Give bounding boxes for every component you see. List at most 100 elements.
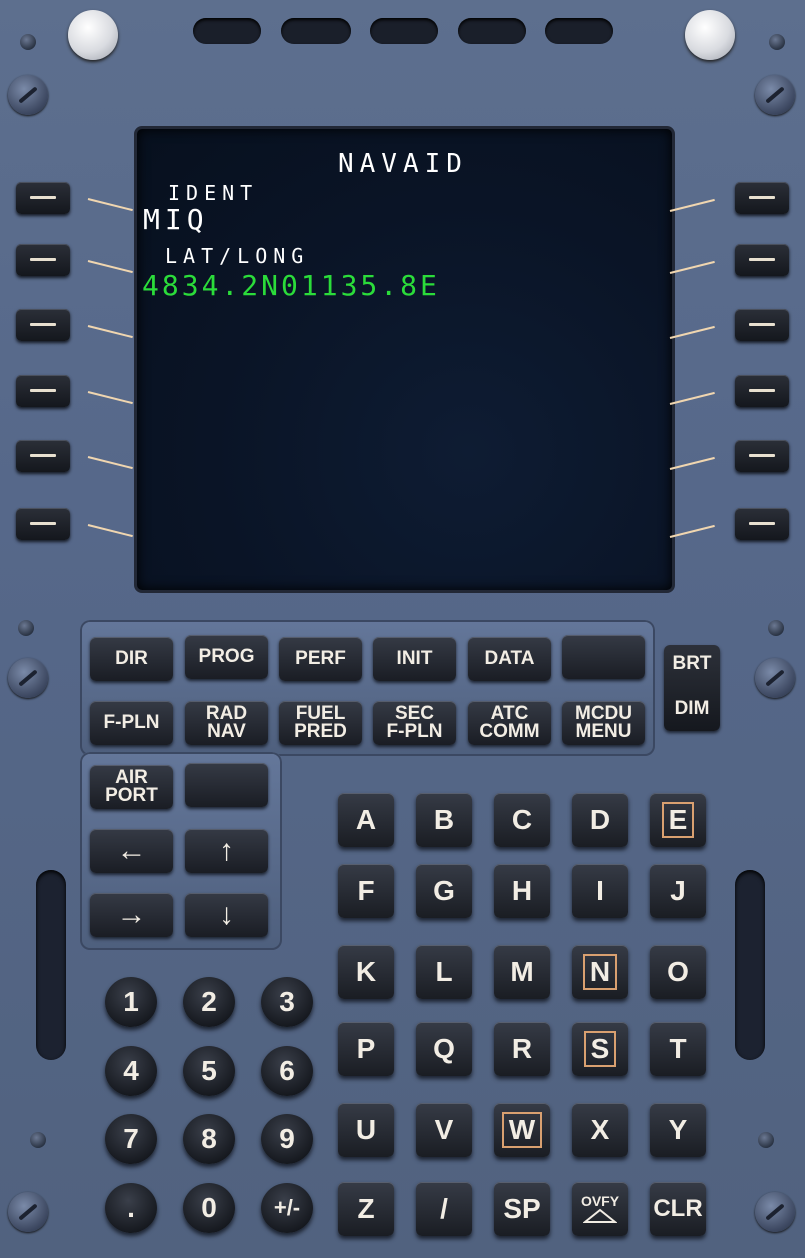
key-l[interactable]: L xyxy=(416,945,472,999)
annunciator-slot-1 xyxy=(193,18,261,44)
key-2[interactable]: 2 xyxy=(183,977,235,1027)
key-n[interactable]: N xyxy=(572,945,628,999)
key-u[interactable]: U xyxy=(338,1103,394,1157)
lsk-pointer xyxy=(87,325,133,339)
ovfy-label: OVFY xyxy=(580,1193,620,1209)
rivet xyxy=(20,34,36,50)
fpln-key[interactable]: F-PLN xyxy=(90,701,173,745)
radnav-key[interactable]: RAD NAV xyxy=(185,701,268,745)
key-space[interactable]: SP xyxy=(494,1182,550,1236)
lsk-pointer xyxy=(669,260,715,274)
key-d[interactable]: D xyxy=(572,793,628,847)
data-key[interactable]: DATA xyxy=(468,637,551,681)
annunciator-slot-4 xyxy=(458,18,526,44)
prog-key[interactable]: PROG xyxy=(185,635,268,679)
left-arrow-key[interactable]: ← xyxy=(90,829,173,873)
annunciator-slot-3 xyxy=(370,18,438,44)
key-8[interactable]: 8 xyxy=(183,1114,235,1164)
mcdumenu-key[interactable]: MCDU MENU xyxy=(562,701,645,745)
key-0[interactable]: 0 xyxy=(183,1183,235,1233)
key-h[interactable]: H xyxy=(494,864,550,918)
latlong-value: 4834.2N01135.8E xyxy=(142,269,440,302)
brightness-control[interactable]: BRT DIM xyxy=(664,645,720,731)
annunciator-slot-5 xyxy=(545,18,613,44)
ovfy-key[interactable]: OVFY xyxy=(572,1182,628,1236)
key-o[interactable]: O xyxy=(650,945,706,999)
atccomm-key[interactable]: ATC COMM xyxy=(468,701,551,745)
key-s[interactable]: S xyxy=(572,1022,628,1076)
latlong-label: LAT/LONG xyxy=(165,244,310,268)
lsk-2r[interactable] xyxy=(735,244,789,276)
dim-button[interactable]: DIM xyxy=(664,698,720,720)
key-q[interactable]: Q xyxy=(416,1022,472,1076)
key-t[interactable]: T xyxy=(650,1022,706,1076)
lsk-2l[interactable] xyxy=(16,244,70,276)
key-slash[interactable]: / xyxy=(416,1182,472,1236)
airport-key[interactable]: AIR PORT xyxy=(90,765,173,809)
key-k[interactable]: K xyxy=(338,945,394,999)
key-5[interactable]: 5 xyxy=(183,1046,235,1096)
up-arrow-icon: ↑ xyxy=(219,834,234,867)
lsk-5r[interactable] xyxy=(735,440,789,472)
lsk-pointer xyxy=(87,524,133,538)
lsk-pointer xyxy=(87,456,133,470)
lsk-pointer xyxy=(669,391,715,405)
key-r[interactable]: R xyxy=(494,1022,550,1076)
key-e[interactable]: E xyxy=(650,793,706,847)
key-j[interactable]: J xyxy=(650,864,706,918)
key-3[interactable]: 3 xyxy=(261,977,313,1027)
lsk-5l[interactable] xyxy=(16,440,70,472)
ident-label: IDENT xyxy=(168,181,259,205)
screw xyxy=(8,1192,48,1232)
lsk-1l[interactable] xyxy=(16,182,70,214)
fuelpred-key[interactable]: FUEL PRED xyxy=(279,701,362,745)
dir-key[interactable]: DIR xyxy=(90,637,173,681)
key-4[interactable]: 4 xyxy=(105,1046,157,1096)
down-arrow-key[interactable]: ↓ xyxy=(185,893,268,937)
brt-button[interactable]: BRT xyxy=(664,653,720,675)
lsk-pointer xyxy=(669,325,715,339)
ident-value: MIQ xyxy=(143,203,209,236)
up-arrow-key[interactable]: ↑ xyxy=(185,829,268,873)
key-decimal[interactable]: . xyxy=(105,1183,157,1233)
key-b[interactable]: B xyxy=(416,793,472,847)
key-y[interactable]: Y xyxy=(650,1103,706,1157)
lsk-4l[interactable] xyxy=(16,375,70,407)
lsk-3l[interactable] xyxy=(16,309,70,341)
key-9[interactable]: 9 xyxy=(261,1114,313,1164)
key-plus-minus[interactable]: +/- xyxy=(261,1183,313,1233)
key-m[interactable]: M xyxy=(494,945,550,999)
key-c[interactable]: C xyxy=(494,793,550,847)
left-knob[interactable] xyxy=(68,10,118,60)
secfpln-key[interactable]: SEC F-PLN xyxy=(373,701,456,745)
lsk-4r[interactable] xyxy=(735,375,789,407)
key-1[interactable]: 1 xyxy=(105,977,157,1027)
key-i[interactable]: I xyxy=(572,864,628,918)
lsk-6l[interactable] xyxy=(16,508,70,540)
blank-key-2[interactable] xyxy=(185,763,268,807)
key-a[interactable]: A xyxy=(338,793,394,847)
key-f[interactable]: F xyxy=(338,864,394,918)
lsk-pointer xyxy=(669,456,715,470)
key-6[interactable]: 6 xyxy=(261,1046,313,1096)
lsk-6r[interactable] xyxy=(735,508,789,540)
clr-key[interactable]: CLR xyxy=(650,1182,706,1236)
lsk-pointer xyxy=(87,391,133,405)
key-w[interactable]: W xyxy=(494,1103,550,1157)
lsk-1r[interactable] xyxy=(735,182,789,214)
key-z[interactable]: Z xyxy=(338,1182,394,1236)
rivet xyxy=(768,620,784,636)
key-v[interactable]: V xyxy=(416,1103,472,1157)
page-title: NAVAID xyxy=(338,149,468,179)
right-knob[interactable] xyxy=(685,10,735,60)
init-key[interactable]: INIT xyxy=(373,637,456,681)
key-x[interactable]: X xyxy=(572,1103,628,1157)
lsk-3r[interactable] xyxy=(735,309,789,341)
perf-key[interactable]: PERF xyxy=(279,637,362,681)
key-7[interactable]: 7 xyxy=(105,1114,157,1164)
lsk-pointer xyxy=(87,260,133,274)
blank-key-1[interactable] xyxy=(562,635,645,679)
key-p[interactable]: P xyxy=(338,1022,394,1076)
key-g[interactable]: G xyxy=(416,864,472,918)
right-arrow-key[interactable]: → xyxy=(90,893,173,937)
